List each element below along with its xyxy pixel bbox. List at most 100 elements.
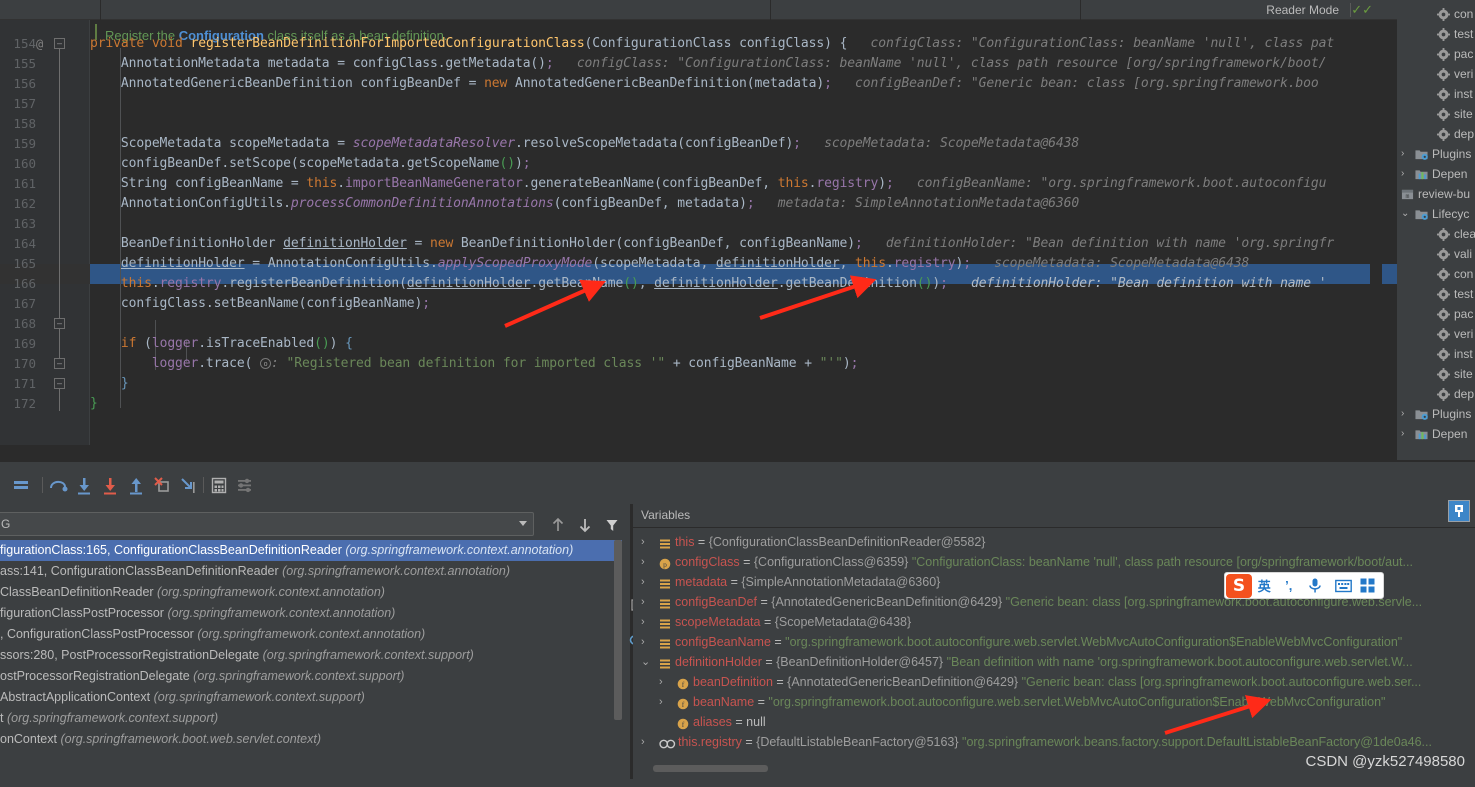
step-into-icon[interactable] (73, 474, 95, 496)
variable-row[interactable]: › this.registry = {DefaultListableBeanFac… (633, 732, 1475, 752)
maven-tree-row[interactable]: dep (1397, 384, 1475, 404)
chevron-right-icon[interactable]: › (641, 552, 645, 572)
maven-tree-row[interactable]: test (1397, 24, 1475, 44)
stack-frame[interactable]: figurationClassPostProcessor (org.spring… (0, 603, 622, 624)
variable-row[interactable]: › p configClass = {ConfigurationClass@6359… (633, 552, 1475, 572)
maven-tree-row[interactable]: › Depen (1397, 164, 1475, 184)
evaluate-expression-icon[interactable] (208, 474, 230, 496)
chevron-right-icon[interactable]: › (641, 592, 645, 612)
code-line-155: AnnotationMetadata metadata = configClas… (90, 56, 1327, 71)
debugger-toolbar[interactable] (0, 474, 1475, 502)
reader-mode-label[interactable]: Reader Mode (1266, 2, 1339, 18)
stack-frame[interactable]: ssors:280, PostProcessorRegistrationDele… (0, 645, 622, 666)
variable-row[interactable]: › scopeMetadata = {ScopeMetadata@6438} (633, 612, 1475, 632)
sogou-logo-icon[interactable]: S (1226, 573, 1252, 598)
fold-handle[interactable]: – (54, 318, 65, 329)
chevron-down-icon[interactable]: ⌄ (1401, 204, 1409, 224)
maven-tree-row[interactable]: site (1397, 364, 1475, 384)
frames-scrollbar[interactable] (614, 540, 622, 720)
maven-tree-row[interactable]: › Plugins (1397, 404, 1475, 424)
chevron-right-icon[interactable]: › (659, 672, 663, 692)
chevron-right-icon[interactable]: › (641, 612, 645, 632)
stack-frame[interactable]: AbstractApplicationContext (org.springfr… (0, 687, 622, 708)
keyboard-icon[interactable] (1335, 579, 1352, 593)
stack-frame[interactable]: , ConfigurationClassPostProcessor (org.s… (0, 624, 622, 645)
chevron-right-icon[interactable]: › (641, 532, 645, 552)
variable-row[interactable]: › configBeanName = "org.springframework.b… (633, 632, 1475, 652)
maven-tree-row[interactable]: site (1397, 104, 1475, 124)
maven-tree-row[interactable]: con (1397, 4, 1475, 24)
variables-tree[interactable]: › this = {ConfigurationClassBeanDefinitio… (633, 532, 1475, 762)
chevron-right-icon[interactable]: › (1401, 404, 1404, 424)
drop-frame-icon[interactable] (151, 474, 173, 496)
check-icon: ✓✓ (1351, 2, 1373, 17)
chevron-right-icon[interactable]: › (641, 572, 645, 592)
chevron-right-icon[interactable]: › (1401, 144, 1404, 164)
maven-tree-label: veri (1454, 67, 1474, 81)
maven-tree-label: inst (1454, 87, 1473, 101)
arrow-down-icon[interactable] (577, 516, 593, 534)
variables-horizontal-scrollbar[interactable] (653, 765, 768, 772)
variable-row[interactable]: › this = {ConfigurationClassBeanDefinitio… (633, 532, 1475, 552)
variable-row[interactable]: ⌄ definitionHolder = {BeanDefinitionHolde… (633, 652, 1475, 672)
maven-tree-row[interactable]: test (1397, 284, 1475, 304)
stack-frame[interactable]: ostProcessorRegistrationDelegate (org.sp… (0, 666, 622, 687)
chevron-down-icon[interactable]: ⌄ (641, 652, 650, 672)
thread-selector[interactable]: G (0, 512, 534, 536)
fold-handle[interactable]: – (54, 358, 65, 369)
chevron-right-icon[interactable]: › (641, 732, 645, 752)
apps-icon[interactable] (1360, 578, 1375, 593)
maven-tool-window[interactable]: con test pac veri inst site dep › Plugins › Depen ⌄… (1397, 0, 1475, 460)
ime-toolbar[interactable]: S 英 ’, (1224, 572, 1384, 599)
stack-frame[interactable]: ass:141, ConfigurationClassBeanDefinitio… (0, 561, 622, 582)
override-marker[interactable]: @ (36, 34, 43, 54)
stack-frame[interactable]: t (org.springframework.context.support) (0, 708, 622, 729)
chevron-down-icon[interactable] (519, 521, 527, 526)
debug-tool-window-button[interactable] (1448, 500, 1470, 522)
maven-tree-row[interactable]: › Plugins (1397, 144, 1475, 164)
variable-row[interactable]: › f beanName = "org.springframework.boot.a… (633, 692, 1475, 712)
stack-frame-selected[interactable]: figurationClass:165, ConfigurationClassB… (0, 540, 622, 561)
stack-frame[interactable]: onContext (org.springframework.boot.web.… (0, 729, 622, 750)
code-surface[interactable]: Register the Configuration class itself … (0, 20, 1397, 445)
variable-object-id: {ScopeMetadata@6438} (774, 615, 912, 629)
maven-tree-row[interactable]: clea (1397, 224, 1475, 244)
mic-icon[interactable] (1307, 577, 1323, 594)
maven-tree-row[interactable]: inst (1397, 344, 1475, 364)
chevron-right-icon[interactable]: › (1401, 424, 1404, 444)
chevron-right-icon[interactable]: › (1401, 164, 1404, 184)
fold-handle[interactable]: – (54, 378, 65, 389)
variable-row[interactable]: f aliases = null (633, 712, 1475, 732)
arrow-up-icon[interactable] (550, 516, 566, 534)
maven-tree-row[interactable]: ⌄mreview-bu (1397, 184, 1475, 204)
variable-row[interactable]: › f beanDefinition = {AnnotatedGenericBean… (633, 672, 1475, 692)
show-execution-point-icon[interactable] (10, 474, 32, 496)
ime-punctuation-toggle[interactable]: ’, (1277, 578, 1302, 593)
step-over-icon[interactable] (47, 474, 69, 496)
fold-handle[interactable]: – (54, 38, 65, 49)
chevron-right-icon[interactable]: › (659, 692, 663, 712)
maven-tree-row[interactable]: veri (1397, 324, 1475, 344)
maven-tree-row[interactable]: › Depen (1397, 424, 1475, 444)
maven-tree-row[interactable]: veri (1397, 64, 1475, 84)
maven-tree-row[interactable]: pac (1397, 304, 1475, 324)
call-stack-list[interactable]: figurationClass:165, ConfigurationClassB… (0, 540, 622, 785)
maven-tree-row[interactable]: con (1397, 264, 1475, 284)
run-to-cursor-icon[interactable] (177, 474, 199, 496)
step-out-icon[interactable] (125, 474, 147, 496)
variable-name: this (675, 535, 695, 549)
settings-icon[interactable] (234, 474, 256, 496)
stack-frame[interactable]: ClassBeanDefinitionReader (org.springfra… (0, 582, 622, 603)
maven-tree-label: Lifecyc (1432, 207, 1470, 221)
maven-tree-row[interactable]: dep (1397, 124, 1475, 144)
chevron-right-icon[interactable]: › (641, 632, 645, 652)
force-step-into-icon[interactable] (99, 474, 121, 496)
maven-tree-row[interactable]: inst (1397, 84, 1475, 104)
maven-tree-row[interactable]: vali (1397, 244, 1475, 264)
filter-icon[interactable] (604, 516, 620, 534)
maven-tree-row[interactable]: ⌄ Lifecyc (1397, 204, 1475, 224)
editor-marker-column[interactable] (1370, 40, 1382, 445)
maven-tree-row[interactable]: pac (1397, 44, 1475, 64)
ime-language-toggle[interactable]: 英 (1252, 576, 1277, 595)
inline-hint: configClass: "ConfigurationClass: beanNa… (576, 56, 1327, 71)
